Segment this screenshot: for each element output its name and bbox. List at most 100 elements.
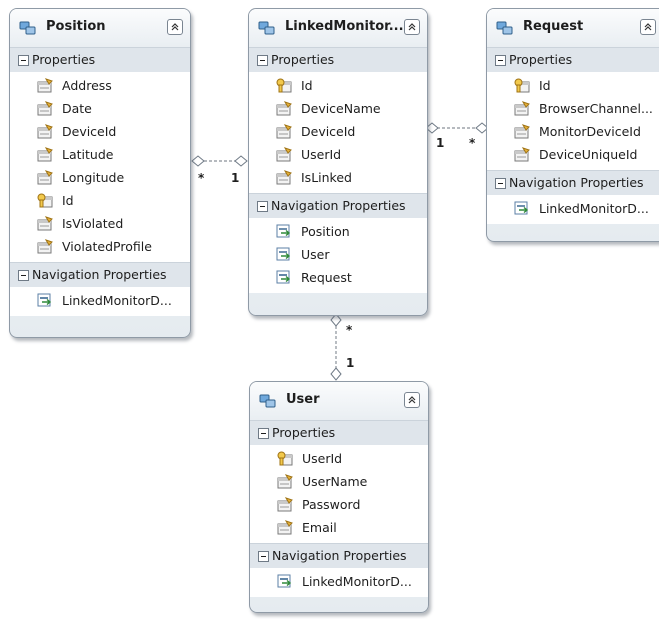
multiplicity-request-end: * (469, 136, 476, 150)
multiplicity-user-end: 1 (346, 356, 355, 370)
item-label: DeviceName (301, 101, 381, 116)
user-association-end[interactable] (330, 367, 342, 381)
section-toggle-icon[interactable] (258, 428, 269, 439)
entity-title: Position (46, 19, 106, 34)
item-label: Id (62, 193, 74, 208)
property-icon (514, 101, 530, 116)
entity-title: LinkedMonitor... (285, 19, 404, 34)
property-item[interactable]: UserId (249, 143, 427, 166)
navigation-property-item[interactable]: LinkedMonitorD... (250, 570, 428, 593)
property-icon (276, 170, 292, 185)
multiplicity-linked-user-end: * (346, 323, 353, 337)
property-item[interactable]: DeviceId (10, 120, 190, 143)
entity-header[interactable]: User (250, 382, 428, 420)
multiplicity-position-end: * (198, 171, 205, 185)
collapse-button[interactable] (404, 19, 420, 35)
navigation-property-item[interactable]: Position (249, 220, 427, 243)
navigation-property-item[interactable]: LinkedMonitorD... (487, 197, 659, 220)
collapse-chevron-icon (644, 23, 652, 31)
item-label: Request (301, 270, 352, 285)
entity-request[interactable]: Request Properties Id BrowserChannel... Mo… (486, 8, 659, 242)
item-label: Latitude (62, 147, 114, 162)
property-item[interactable]: MonitorDeviceId (487, 120, 659, 143)
item-label: Id (301, 78, 313, 93)
property-item[interactable]: Address (10, 74, 190, 97)
navigation-property-item[interactable]: Request (249, 266, 427, 289)
property-item[interactable]: UserId (250, 447, 428, 470)
entity-linked-monitor[interactable]: LinkedMonitor... Properties Id DeviceName… (248, 8, 428, 316)
item-label: LinkedMonitorD... (539, 201, 649, 216)
navigation-property-icon (514, 201, 530, 216)
property-icon (37, 216, 53, 231)
section-toggle-icon[interactable] (495, 178, 506, 189)
collapse-button[interactable] (404, 392, 420, 408)
section-toggle-icon[interactable] (495, 55, 506, 66)
item-label: User (301, 247, 330, 262)
collapse-button[interactable] (640, 19, 656, 35)
property-item[interactable]: ViolatedProfile (10, 235, 190, 258)
item-label: Password (302, 497, 361, 512)
property-icon (514, 147, 530, 162)
property-item[interactable]: Id (249, 74, 427, 97)
property-item[interactable]: DeviceUniqueId (487, 143, 659, 166)
item-label: Address (62, 78, 112, 93)
key-property-icon (514, 78, 530, 93)
property-item[interactable]: Password (250, 493, 428, 516)
item-label: IsViolated (62, 216, 124, 231)
navigation-section-header[interactable]: Navigation Properties (487, 170, 659, 195)
navigation-section-header[interactable]: Navigation Properties (10, 262, 190, 287)
property-item[interactable]: UserName (250, 470, 428, 493)
navigation-property-icon (37, 293, 53, 308)
entity-icon (19, 20, 37, 36)
section-toggle-icon[interactable] (258, 551, 269, 562)
multiplicity-linked-position-end: 1 (231, 171, 240, 185)
collapse-button[interactable] (167, 19, 183, 35)
property-icon (37, 170, 53, 185)
section-toggle-icon[interactable] (18, 55, 29, 66)
property-icon (276, 147, 292, 162)
item-label: DeviceId (62, 124, 117, 139)
entity-position[interactable]: Position Properties Address Date DeviceId L… (9, 8, 191, 338)
item-label: ViolatedProfile (62, 239, 152, 254)
property-icon (276, 101, 292, 116)
property-item[interactable]: Id (10, 189, 190, 212)
properties-section-header[interactable]: Properties (487, 47, 659, 72)
entity-user[interactable]: User Properties UserId UserName Password Em… (249, 381, 429, 613)
position-association-end[interactable] (191, 155, 205, 167)
item-label: UserName (302, 474, 368, 489)
properties-section-header[interactable]: Properties (249, 47, 427, 72)
item-label: Email (302, 520, 337, 535)
property-item[interactable]: Longitude (10, 166, 190, 189)
entity-header[interactable]: LinkedMonitor... (249, 9, 427, 47)
section-toggle-icon[interactable] (18, 270, 29, 281)
property-icon (37, 239, 53, 254)
key-property-icon (277, 451, 293, 466)
navigation-property-item[interactable]: User (249, 243, 427, 266)
property-item[interactable]: Date (10, 97, 190, 120)
entity-header[interactable]: Position (10, 9, 190, 47)
navigation-property-item[interactable]: LinkedMonitorD... (10, 289, 190, 312)
property-item[interactable]: Id (487, 74, 659, 97)
property-item[interactable]: IsLinked (249, 166, 427, 189)
section-label: Properties (32, 52, 96, 67)
properties-section-header[interactable]: Properties (10, 47, 190, 72)
property-item[interactable]: DeviceId (249, 120, 427, 143)
section-toggle-icon[interactable] (257, 201, 268, 212)
entity-header[interactable]: Request (487, 9, 659, 47)
properties-section-header[interactable]: Properties (250, 420, 428, 445)
property-item[interactable]: DeviceName (249, 97, 427, 120)
property-item[interactable]: BrowserChannel... (487, 97, 659, 120)
property-item[interactable]: IsViolated (10, 212, 190, 235)
property-icon (276, 124, 292, 139)
multiplicity-linked-request-end: 1 (436, 136, 445, 150)
linked-position-association-end[interactable] (234, 155, 248, 167)
property-icon (277, 497, 293, 512)
entity-icon (496, 20, 514, 36)
property-item[interactable]: Latitude (10, 143, 190, 166)
navigation-section-header[interactable]: Navigation Properties (249, 193, 427, 218)
collapse-chevron-icon (171, 23, 179, 31)
property-item[interactable]: Email (250, 516, 428, 539)
navigation-section-header[interactable]: Navigation Properties (250, 543, 428, 568)
section-toggle-icon[interactable] (257, 55, 268, 66)
collapse-chevron-icon (408, 396, 416, 404)
